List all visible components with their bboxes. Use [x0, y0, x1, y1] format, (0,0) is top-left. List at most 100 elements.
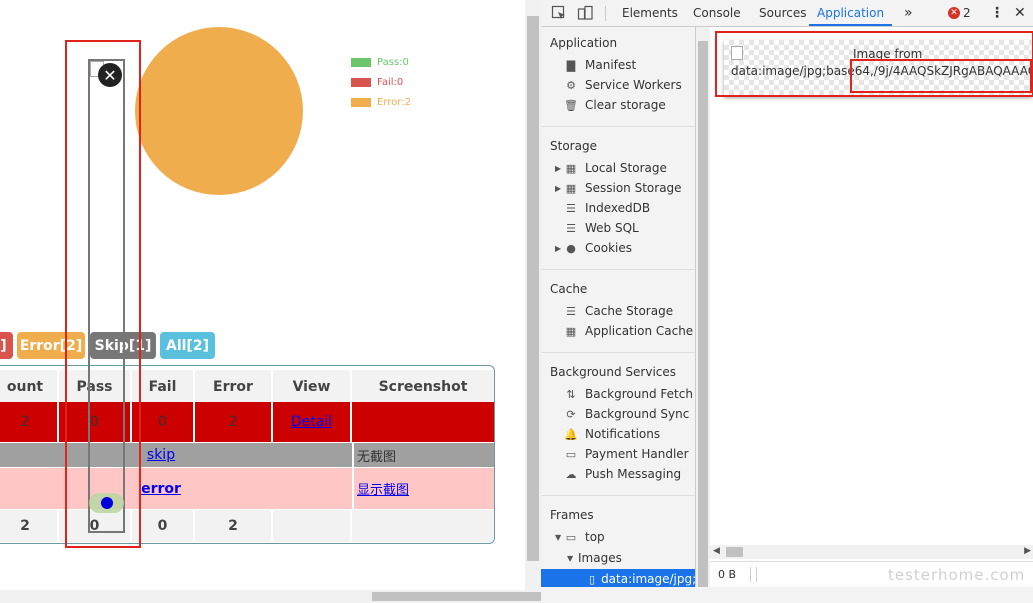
sidebar-item-service-workers[interactable]: ⚙ Service Workers — [563, 78, 682, 92]
filter-all-button[interactable]: All[2] — [160, 332, 215, 359]
show-screenshot-link[interactable]: 显示截图 — [357, 479, 409, 498]
bell-icon: 🔔 — [564, 427, 578, 441]
sidebar-scrollbar[interactable] — [696, 27, 710, 587]
expand-arrow-icon[interactable]: ▶ — [555, 184, 561, 193]
result-pie-chart — [135, 27, 303, 195]
frame-top[interactable]: ▭ top — [563, 530, 605, 544]
header-count: ount — [0, 370, 57, 403]
sidebar-item-label: Web SQL — [585, 221, 639, 235]
legend-fail-label: Fail:0 — [377, 77, 404, 88]
device-toolbar-icon[interactable] — [577, 5, 593, 21]
menu-dots-icon[interactable]: ⋮ — [990, 0, 1004, 26]
detail-link[interactable]: Detail — [291, 414, 332, 430]
expand-arrow-icon[interactable]: ▶ — [555, 244, 561, 253]
filter-fail-label: ] — [0, 337, 7, 354]
grid-icon: ▦ — [565, 181, 577, 195]
header-error: Error — [195, 370, 271, 403]
cookie-icon: ● — [566, 241, 576, 255]
sidebar-item-application-cache[interactable]: ▦ Application Cache — [563, 324, 693, 338]
total-screenshot — [352, 510, 494, 542]
preview-horizontal-scrollbar[interactable]: ◀ ▶ — [710, 545, 1033, 559]
card-icon: ▭ — [565, 447, 577, 461]
total-error: 2 — [195, 510, 271, 542]
summary-error: 2 — [195, 402, 271, 442]
database-icon: ☰ — [566, 304, 576, 318]
inspect-element-icon[interactable] — [551, 5, 567, 21]
database-icon: ☰ — [566, 221, 576, 235]
sidebar-item-label: Session Storage — [585, 181, 682, 195]
sidebar-item-local-storage[interactable]: ▦ Local Storage — [563, 161, 667, 175]
legend-error-label: Error:2 — [377, 97, 411, 108]
sidebar-item-label: Application Cache — [585, 324, 694, 338]
sidebar-item-label: Push Messaging — [585, 467, 682, 481]
sidebar-item-background-sync[interactable]: ⟳ Background Sync — [563, 407, 689, 421]
total-count: 2 — [0, 510, 57, 542]
grid-icon: ▦ — [565, 161, 577, 175]
sidebar-item-cookies[interactable]: ● Cookies — [563, 241, 632, 255]
devtools-bottom-bar — [541, 587, 1033, 603]
document-icon: ▇ — [566, 58, 576, 72]
sidebar-separator — [541, 126, 695, 127]
more-tabs-icon[interactable]: » — [904, 0, 913, 26]
legend-fail-swatch — [351, 78, 371, 87]
sidebar-item-manifest[interactable]: ▇ Manifest — [563, 58, 636, 72]
sidebar-item-label: Cache Storage — [585, 304, 674, 318]
tab-sources[interactable]: Sources — [759, 0, 806, 26]
cloud-icon: ☁ — [565, 467, 577, 481]
frame-images[interactable]: Images — [578, 551, 622, 565]
sidebar-item-clear-storage[interactable]: 🗑 Clear storage — [563, 98, 666, 112]
error-screenshot-cell: 显示截图 — [352, 468, 494, 509]
sidebar-item-session-storage[interactable]: ▦ Session Storage — [563, 181, 682, 195]
frame-image-item-selected[interactable]: ▯ data:image/jpg;b — [541, 569, 695, 587]
sidebar-item-indexeddb[interactable]: ☰ IndexedDB — [563, 201, 650, 215]
legend-fail: Fail:0 — [351, 77, 403, 88]
screen: Pass:0 Fail:0 Error:2 ✕ ] Error[2] Skip[… — [0, 0, 1033, 603]
tab-elements[interactable]: Elements — [622, 0, 678, 26]
summary-screenshot — [352, 402, 494, 442]
page-vertical-scroll-thumb[interactable] — [527, 16, 539, 561]
status-divider — [750, 567, 751, 582]
filter-all-label: All[2] — [166, 337, 209, 354]
sidebar-separator — [541, 495, 695, 496]
section-background-services: Background Services — [550, 365, 677, 379]
status-divider — [756, 567, 757, 582]
error-icon: ✕ — [948, 7, 960, 19]
page-vertical-scrollbar[interactable] — [525, 0, 541, 590]
sidebar-item-push-messaging[interactable]: ☁ Push Messaging — [563, 467, 682, 481]
preview-scroll-thumb[interactable] — [726, 547, 743, 557]
sidebar-item-background-fetch[interactable]: ⇅ Background Fetch — [563, 387, 693, 401]
sidebar-item-web-sql[interactable]: ☰ Web SQL — [563, 221, 639, 235]
section-cache: Cache — [550, 282, 588, 296]
filter-fail-button[interactable]: ] — [0, 332, 13, 359]
annotation-box-left — [65, 40, 141, 548]
page-horizontal-scrollbar[interactable] — [0, 590, 600, 603]
sidebar-item-label: Background Fetch — [585, 387, 693, 401]
sync-icon: ⟳ — [566, 407, 576, 421]
scroll-left-icon[interactable]: ◀ — [713, 546, 720, 556]
legend-pass-label: Pass:0 — [377, 57, 409, 68]
skip-screenshot: 无截图 — [352, 443, 494, 467]
tab-application[interactable]: Application — [809, 0, 893, 26]
summary-view: Detail — [273, 402, 350, 442]
collapse-arrow-icon[interactable]: ▼ — [567, 554, 573, 563]
legend-error: Error:2 — [351, 97, 411, 108]
file-icon: ▯ — [589, 572, 596, 586]
sidebar-item-payment-handler[interactable]: ▭ Payment Handler — [563, 447, 689, 461]
gear-icon: ⚙ — [566, 78, 576, 92]
scroll-right-icon[interactable]: ▶ — [1024, 546, 1031, 556]
frame-top-label: top — [585, 530, 605, 544]
collapse-arrow-icon[interactable]: ▼ — [555, 533, 561, 542]
sidebar-item-cache-storage[interactable]: ☰ Cache Storage — [563, 304, 673, 318]
expand-arrow-icon[interactable]: ▶ — [555, 164, 561, 173]
error-badge[interactable]: ✕ 2 — [948, 6, 971, 20]
annotation-box-base64 — [850, 59, 1032, 93]
close-devtools-icon[interactable]: ✕ — [1014, 0, 1026, 26]
skip-link[interactable]: skip — [147, 447, 175, 463]
arrows-updown-icon: ⇅ — [566, 387, 576, 401]
sidebar-scroll-thumb[interactable] — [698, 41, 708, 587]
sidebar-item-notifications[interactable]: 🔔 Notifications — [563, 427, 660, 441]
preview-status-bar: 0 B testerhome.com — [710, 561, 1033, 587]
devtools-tabbar: Elements Console Sources Application » ✕… — [541, 0, 1033, 27]
tab-console[interactable]: Console — [693, 0, 741, 26]
error-link[interactable]: error — [141, 481, 181, 497]
